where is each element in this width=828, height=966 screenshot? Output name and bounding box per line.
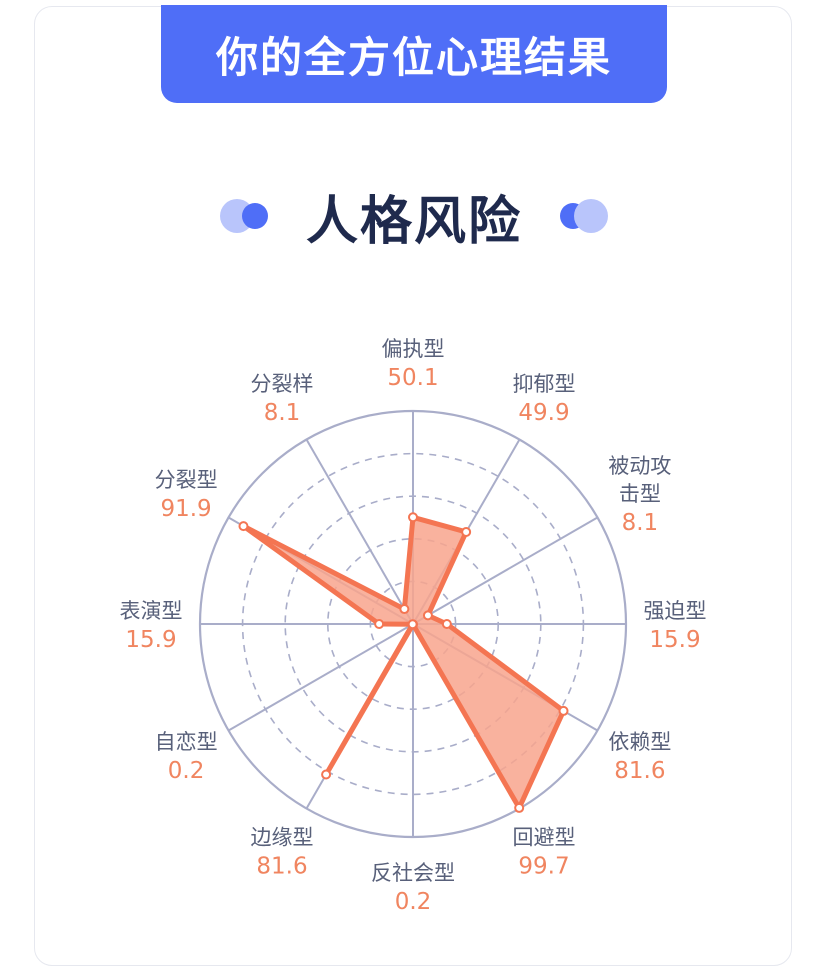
radar-point: [514, 802, 525, 813]
axis-label: 回避型: [513, 826, 576, 850]
value-label: 15.9: [649, 627, 700, 653]
radar-point: [408, 512, 418, 523]
radar-point: [461, 526, 472, 537]
radar-series-area: [240, 514, 567, 811]
axis-label: 偏执型: [382, 337, 445, 361]
radar-point: [558, 705, 569, 716]
radar-spoke: [228, 623, 414, 732]
radar-area: [238, 512, 569, 813]
axis-label: 分裂型: [155, 468, 218, 492]
radar-point: [422, 610, 433, 621]
axis-label: 击型: [619, 482, 661, 506]
value-label: 8.1: [264, 400, 301, 426]
radar-point: [407, 619, 418, 630]
value-label: 49.9: [518, 400, 569, 426]
radar-point: [441, 619, 452, 629]
value-label: 91.9: [160, 496, 211, 522]
radar-chart: 偏执型 50.1 抑郁型 49.9 被动攻击型 8.1 强迫型 15.9 依赖型 81.6 回避型 9…: [120, 337, 707, 915]
value-label: 81.6: [256, 854, 307, 880]
value-label: 0.2: [395, 889, 432, 915]
radar-point: [238, 521, 249, 532]
value-label: 8.1: [622, 510, 659, 536]
axis-label: 强迫型: [644, 599, 707, 623]
radar-point: [321, 769, 332, 780]
axis-label: 抑郁型: [513, 372, 576, 396]
axis-label: 被动攻: [608, 454, 671, 478]
axis-label: 表演型: [120, 599, 183, 623]
radar-point: [399, 604, 410, 615]
axis-label: 依赖型: [608, 730, 671, 754]
axis-label: 反社会型: [371, 861, 455, 885]
value-label: 81.6: [614, 758, 665, 784]
value-label: 50.1: [387, 365, 438, 391]
radar-point: [374, 619, 385, 629]
axis-label: 自恋型: [155, 730, 218, 754]
value-label: 0.2: [168, 758, 205, 784]
value-label: 99.7: [518, 854, 569, 880]
value-label: 15.9: [125, 627, 176, 653]
axis-label: 边缘型: [251, 826, 314, 850]
axis-label: 分裂样: [251, 372, 314, 396]
